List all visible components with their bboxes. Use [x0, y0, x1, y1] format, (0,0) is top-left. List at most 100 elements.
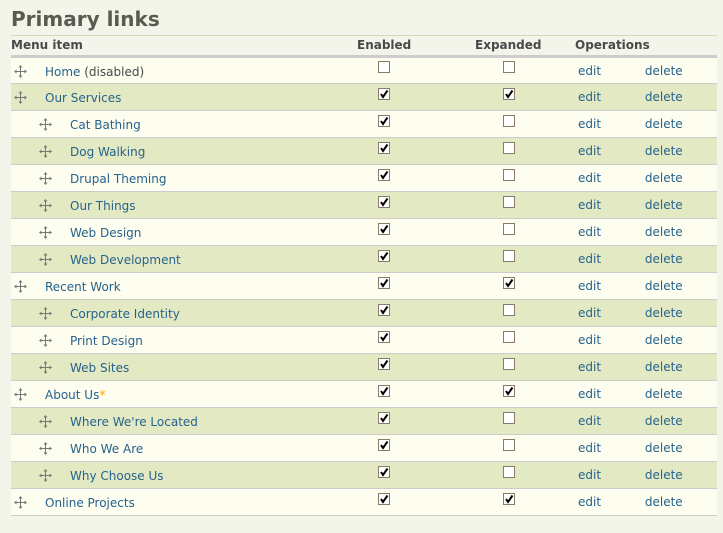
- menu-item-link[interactable]: Online Projects: [45, 496, 135, 510]
- menu-item-link[interactable]: Web Development: [70, 253, 181, 267]
- menu-item-link[interactable]: Corporate Identity: [70, 307, 180, 321]
- expanded-checkbox[interactable]: [503, 438, 515, 451]
- delete-link[interactable]: delete: [645, 117, 683, 131]
- menu-item-link[interactable]: About Us*: [45, 388, 105, 402]
- drag-handle-icon[interactable]: [39, 172, 52, 185]
- delete-link[interactable]: delete: [645, 64, 683, 78]
- delete-link[interactable]: delete: [645, 225, 683, 239]
- expanded-checkbox[interactable]: [503, 168, 515, 181]
- enabled-checkbox[interactable]: [378, 330, 390, 343]
- delete-link[interactable]: delete: [645, 144, 683, 158]
- menu-item-link[interactable]: Recent Work: [45, 280, 121, 294]
- menu-item-link[interactable]: Where We're Located: [70, 415, 198, 429]
- drag-handle-icon[interactable]: [39, 442, 52, 455]
- expanded-checkbox[interactable]: [503, 303, 515, 316]
- enabled-checkbox[interactable]: [378, 384, 390, 397]
- edit-link[interactable]: edit: [578, 198, 601, 212]
- menu-item-link[interactable]: Cat Bathing: [70, 118, 141, 132]
- delete-link[interactable]: delete: [645, 360, 683, 374]
- edit-link[interactable]: edit: [578, 117, 601, 131]
- menu-item-link[interactable]: Dog Walking: [70, 145, 145, 159]
- enabled-checkbox[interactable]: [378, 168, 390, 181]
- enabled-checkbox[interactable]: [378, 141, 390, 154]
- edit-link[interactable]: edit: [578, 441, 601, 455]
- edit-link[interactable]: edit: [578, 360, 601, 374]
- enabled-checkbox[interactable]: [378, 438, 390, 451]
- menu-item-link[interactable]: Our Services: [45, 91, 121, 105]
- drag-handle-icon[interactable]: [39, 145, 52, 158]
- delete-link[interactable]: delete: [645, 495, 683, 509]
- delete-link[interactable]: delete: [645, 306, 683, 320]
- enabled-checkbox[interactable]: [378, 465, 390, 478]
- expanded-checkbox[interactable]: [503, 330, 515, 343]
- edit-link[interactable]: edit: [578, 225, 601, 239]
- expanded-checkbox[interactable]: [503, 465, 515, 478]
- edit-link[interactable]: edit: [578, 279, 601, 293]
- expanded-checkbox[interactable]: [503, 87, 515, 100]
- menu-item-link[interactable]: Drupal Theming: [70, 172, 166, 186]
- enabled-checkbox[interactable]: [378, 492, 390, 505]
- delete-link[interactable]: delete: [645, 198, 683, 212]
- edit-link[interactable]: edit: [578, 333, 601, 347]
- drag-handle-icon[interactable]: [14, 496, 27, 509]
- expanded-checkbox[interactable]: [503, 141, 515, 154]
- drag-handle-icon[interactable]: [14, 64, 27, 78]
- enabled-checkbox[interactable]: [378, 87, 390, 100]
- delete-link[interactable]: delete: [645, 90, 683, 104]
- delete-link[interactable]: delete: [645, 333, 683, 347]
- enabled-checkbox[interactable]: [378, 357, 390, 370]
- menu-item-link[interactable]: Who We Are: [70, 442, 143, 456]
- drag-handle-icon[interactable]: [39, 118, 52, 131]
- edit-link[interactable]: edit: [578, 495, 601, 509]
- expanded-checkbox[interactable]: [503, 195, 515, 208]
- drag-handle-icon[interactable]: [39, 199, 52, 212]
- menu-item-link[interactable]: Web Sites: [70, 361, 129, 375]
- enabled-checkbox[interactable]: [378, 195, 390, 208]
- drag-handle-icon[interactable]: [39, 361, 52, 374]
- expanded-checkbox[interactable]: [503, 357, 515, 370]
- enabled-checkbox[interactable]: [378, 61, 390, 73]
- drag-handle-icon[interactable]: [14, 280, 27, 293]
- expanded-checkbox[interactable]: [503, 114, 515, 127]
- edit-link[interactable]: edit: [578, 414, 601, 428]
- delete-link[interactable]: delete: [645, 387, 683, 401]
- expanded-checkbox[interactable]: [503, 276, 515, 289]
- edit-link[interactable]: edit: [578, 144, 601, 158]
- drag-handle-icon[interactable]: [39, 253, 52, 266]
- expanded-checkbox[interactable]: [503, 61, 515, 73]
- edit-link[interactable]: edit: [578, 64, 601, 78]
- expanded-checkbox[interactable]: [503, 384, 515, 397]
- edit-link[interactable]: edit: [578, 171, 601, 185]
- delete-link[interactable]: delete: [645, 252, 683, 266]
- expanded-checkbox[interactable]: [503, 222, 515, 235]
- enabled-checkbox[interactable]: [378, 303, 390, 316]
- enabled-checkbox[interactable]: [378, 222, 390, 235]
- menu-item-link[interactable]: Why Choose Us: [70, 469, 164, 483]
- enabled-checkbox[interactable]: [378, 276, 390, 289]
- drag-handle-icon[interactable]: [39, 334, 52, 347]
- menu-item-link[interactable]: Web Design: [70, 226, 141, 240]
- menu-item-link[interactable]: Print Design: [70, 334, 143, 348]
- delete-link[interactable]: delete: [645, 414, 683, 428]
- drag-handle-icon[interactable]: [14, 91, 27, 104]
- edit-link[interactable]: edit: [578, 387, 601, 401]
- menu-item-link[interactable]: Our Things: [70, 199, 136, 213]
- expanded-checkbox[interactable]: [503, 249, 515, 262]
- enabled-checkbox[interactable]: [378, 411, 390, 424]
- edit-link[interactable]: edit: [578, 90, 601, 104]
- expanded-checkbox[interactable]: [503, 411, 515, 424]
- drag-handle-icon[interactable]: [39, 226, 52, 239]
- drag-handle-icon[interactable]: [14, 388, 27, 401]
- enabled-checkbox[interactable]: [378, 249, 390, 262]
- edit-link[interactable]: edit: [578, 468, 601, 482]
- menu-item-link[interactable]: Home (disabled): [45, 65, 144, 79]
- drag-handle-icon[interactable]: [39, 469, 52, 482]
- delete-link[interactable]: delete: [645, 171, 683, 185]
- edit-link[interactable]: edit: [578, 306, 601, 320]
- enabled-checkbox[interactable]: [378, 114, 390, 127]
- delete-link[interactable]: delete: [645, 279, 683, 293]
- expanded-checkbox[interactable]: [503, 492, 515, 505]
- delete-link[interactable]: delete: [645, 441, 683, 455]
- drag-handle-icon[interactable]: [39, 307, 52, 320]
- delete-link[interactable]: delete: [645, 468, 683, 482]
